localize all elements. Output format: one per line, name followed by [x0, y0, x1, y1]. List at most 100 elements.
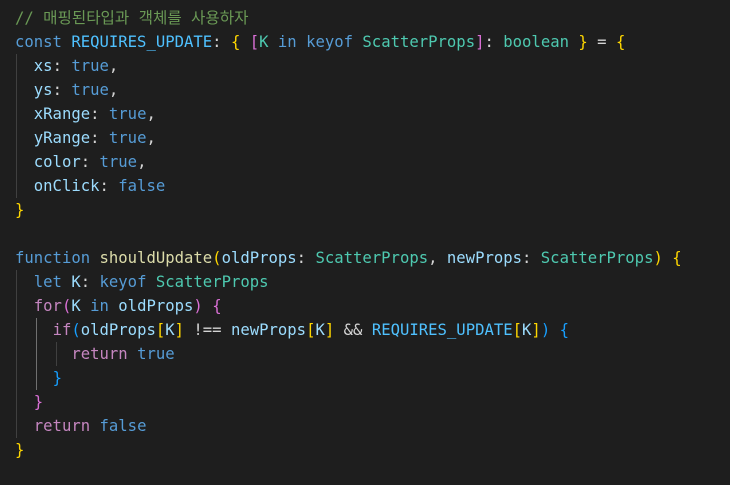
- code-line[interactable]: }: [15, 198, 24, 222]
- code-token: shouldUpdate: [99, 249, 213, 267]
- code-token: true: [137, 345, 175, 363]
- code-token: }: [52, 369, 62, 387]
- code-line[interactable]: onClick: false: [15, 174, 165, 198]
- code-token: K: [259, 33, 269, 51]
- code-line[interactable]: ys: true,: [15, 78, 119, 102]
- code-token: (: [212, 249, 222, 267]
- code-line[interactable]: return false: [15, 414, 147, 438]
- code-token: :: [212, 33, 231, 51]
- code-token: }: [578, 33, 588, 51]
- code-token: K: [522, 321, 532, 339]
- code-token: K: [315, 321, 325, 339]
- code-token: REQUIRES_UPDATE: [371, 321, 513, 339]
- code-token: function: [15, 249, 91, 267]
- code-token: !==: [184, 321, 231, 339]
- code-token: xRange: [33, 105, 91, 123]
- code-token: ScatterProps: [155, 273, 269, 291]
- code-token: onClick: [33, 177, 100, 195]
- code-line[interactable]: }: [15, 366, 62, 390]
- code-token: :: [80, 153, 100, 171]
- code-token: :: [52, 81, 72, 99]
- code-token: true: [99, 153, 138, 171]
- code-token: ]: [174, 321, 185, 339]
- code-token: true: [71, 57, 109, 75]
- code-token: newProps: [446, 249, 523, 267]
- code-token: [: [249, 33, 260, 51]
- code-token: if: [52, 321, 72, 339]
- code-token: REQUIRES_UPDATE: [71, 33, 213, 51]
- code-token: true: [108, 105, 147, 123]
- code-line[interactable]: function shouldUpdate(oldProps: ScatterP…: [15, 246, 682, 270]
- code-token: K: [71, 297, 81, 315]
- code-token: :: [90, 129, 109, 147]
- code-token: :: [296, 249, 316, 267]
- code-line[interactable]: for(K in oldProps) {: [15, 294, 222, 318]
- code-line[interactable]: return true: [15, 342, 175, 366]
- code-token: color: [33, 153, 81, 171]
- code-line[interactable]: yRange: true,: [15, 126, 156, 150]
- code-token: ScatterProps: [315, 249, 429, 267]
- code-token: in: [277, 33, 297, 51]
- code-line[interactable]: }: [15, 438, 24, 462]
- code-token: =: [587, 33, 616, 51]
- code-token: :: [80, 273, 100, 291]
- code-token: true: [108, 129, 147, 147]
- code-token: ,: [108, 57, 119, 75]
- code-token: for: [33, 297, 62, 315]
- code-token: ,: [146, 105, 156, 123]
- code-token: :: [52, 57, 72, 75]
- code-token: ): [653, 249, 663, 267]
- code-line[interactable]: if(oldProps[K] !== newProps[K] && REQUIR…: [15, 318, 569, 342]
- code-token: {: [212, 297, 222, 315]
- code-token: ScatterProps: [540, 249, 654, 267]
- code-token: ,: [137, 153, 147, 171]
- code-token: newProps: [230, 321, 307, 339]
- code-token: K: [71, 273, 81, 291]
- code-token: {: [615, 33, 626, 51]
- code-line[interactable]: }: [15, 390, 43, 414]
- code-line[interactable]: xRange: true,: [15, 102, 156, 126]
- code-line[interactable]: // 매핑된타입과 객체를 사용하자: [15, 6, 248, 30]
- code-token: ): [193, 297, 203, 315]
- code-token: ,: [146, 129, 156, 147]
- code-token: ): [540, 321, 551, 339]
- code-editor[interactable]: // 매핑된타입과 객체를 사용하자 const REQUIRES_UPDATE:…: [0, 0, 730, 485]
- code-token: (: [71, 321, 81, 339]
- code-line[interactable]: xs: true,: [15, 54, 119, 78]
- code-line[interactable]: let K: keyof ScatterProps: [15, 270, 269, 294]
- code-line[interactable]: color: true,: [15, 150, 147, 174]
- code-token: oldProps: [221, 249, 297, 267]
- code-token: keyof: [99, 273, 147, 291]
- code-token: [: [512, 321, 523, 339]
- code-token: oldProps: [118, 297, 194, 315]
- code-line[interactable]: const REQUIRES_UPDATE: { [K in keyof Sca…: [15, 30, 625, 54]
- code-token: :: [99, 177, 119, 195]
- code-token: oldProps: [80, 321, 156, 339]
- code-token: in: [90, 297, 109, 315]
- code-token: false: [99, 417, 147, 435]
- code-token: ]: [531, 321, 541, 339]
- code-token: &&: [334, 321, 372, 339]
- code-token: xs: [33, 57, 53, 75]
- code-token: ]: [324, 321, 335, 339]
- code-token: ,: [428, 249, 447, 267]
